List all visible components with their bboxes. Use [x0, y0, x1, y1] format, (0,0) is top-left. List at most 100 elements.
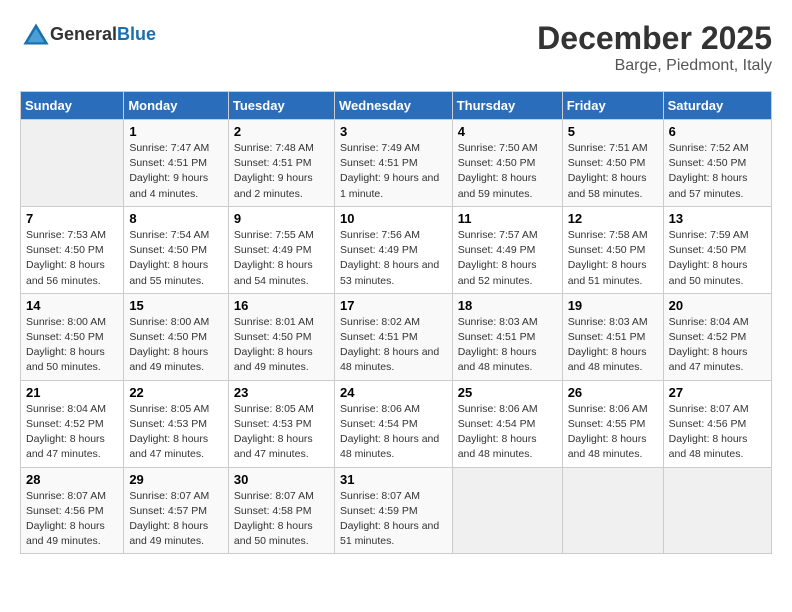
day-info: Sunrise: 8:01 AMSunset: 4:50 PMDaylight:… — [234, 315, 329, 376]
calendar-body: 1 Sunrise: 7:47 AMSunset: 4:51 PMDaylight… — [21, 120, 772, 554]
day-info: Sunrise: 8:05 AMSunset: 4:53 PMDaylight:… — [234, 402, 329, 463]
day-info: Sunrise: 8:03 AMSunset: 4:51 PMDaylight:… — [568, 315, 658, 376]
calendar-cell: 29 Sunrise: 8:07 AMSunset: 4:57 PMDayligh… — [124, 467, 229, 554]
calendar-week-row: 21 Sunrise: 8:04 AMSunset: 4:52 PMDayligh… — [21, 380, 772, 467]
weekday-header: Sunday — [21, 92, 124, 120]
day-number: 26 — [568, 385, 658, 400]
calendar-week-row: 7 Sunrise: 7:53 AMSunset: 4:50 PMDaylight… — [21, 206, 772, 293]
day-info: Sunrise: 7:51 AMSunset: 4:50 PMDaylight:… — [568, 141, 658, 202]
day-number: 24 — [340, 385, 447, 400]
weekday-header: Friday — [562, 92, 663, 120]
day-number: 23 — [234, 385, 329, 400]
day-info: Sunrise: 7:47 AMSunset: 4:51 PMDaylight:… — [129, 141, 223, 202]
calendar-cell: 23 Sunrise: 8:05 AMSunset: 4:53 PMDayligh… — [228, 380, 334, 467]
calendar-cell: 10 Sunrise: 7:56 AMSunset: 4:49 PMDayligh… — [334, 206, 452, 293]
day-number: 8 — [129, 211, 223, 226]
day-number: 7 — [26, 211, 118, 226]
calendar-cell: 3Sunrise: 7:49 AMSunset: 4:51 PMDaylight… — [334, 120, 452, 207]
calendar-cell: 8 Sunrise: 7:54 AMSunset: 4:50 PMDaylight… — [124, 206, 229, 293]
day-number: 14 — [26, 298, 118, 313]
day-number: 16 — [234, 298, 329, 313]
calendar-cell — [452, 467, 562, 554]
calendar-cell: 21 Sunrise: 8:04 AMSunset: 4:52 PMDayligh… — [21, 380, 124, 467]
calendar-table: SundayMondayTuesdayWednesdayThursdayFrid… — [20, 91, 772, 554]
day-info: Sunrise: 7:55 AMSunset: 4:49 PMDaylight:… — [234, 228, 329, 289]
day-number: 3 — [340, 124, 447, 139]
calendar-cell: 27Sunrise: 8:07 AMSunset: 4:56 PMDayligh… — [663, 380, 771, 467]
day-number: 27 — [669, 385, 766, 400]
calendar-cell: 17 Sunrise: 8:02 AMSunset: 4:51 PMDayligh… — [334, 293, 452, 380]
day-number: 20 — [669, 298, 766, 313]
day-number: 13 — [669, 211, 766, 226]
calendar-week-row: 1 Sunrise: 7:47 AMSunset: 4:51 PMDaylight… — [21, 120, 772, 207]
day-info: Sunrise: 8:00 AMSunset: 4:50 PMDaylight:… — [129, 315, 223, 376]
day-info: Sunrise: 8:06 AMSunset: 4:54 PMDaylight:… — [458, 402, 557, 463]
logo-blue-text: Blue — [117, 24, 156, 44]
calendar-cell: 30 Sunrise: 8:07 AMSunset: 4:58 PMDayligh… — [228, 467, 334, 554]
day-number: 9 — [234, 211, 329, 226]
weekday-header: Wednesday — [334, 92, 452, 120]
weekday-header: Thursday — [452, 92, 562, 120]
calendar-cell: 22Sunrise: 8:05 AMSunset: 4:53 PMDayligh… — [124, 380, 229, 467]
title-block: December 2025 Barge, Piedmont, Italy — [537, 20, 772, 75]
day-info: Sunrise: 7:57 AMSunset: 4:49 PMDaylight:… — [458, 228, 557, 289]
day-number: 21 — [26, 385, 118, 400]
day-info: Sunrise: 7:58 AMSunset: 4:50 PMDaylight:… — [568, 228, 658, 289]
day-info: Sunrise: 7:53 AMSunset: 4:50 PMDaylight:… — [26, 228, 118, 289]
day-number: 1 — [129, 124, 223, 139]
day-number: 22 — [129, 385, 223, 400]
calendar-cell: 26 Sunrise: 8:06 AMSunset: 4:55 PMDayligh… — [562, 380, 663, 467]
day-number: 19 — [568, 298, 658, 313]
day-info: Sunrise: 8:04 AMSunset: 4:52 PMDaylight:… — [26, 402, 118, 463]
header-row: SundayMondayTuesdayWednesdayThursdayFrid… — [21, 92, 772, 120]
weekday-header: Tuesday — [228, 92, 334, 120]
day-info: Sunrise: 8:07 AMSunset: 4:57 PMDaylight:… — [129, 489, 223, 550]
day-info: Sunrise: 8:07 AMSunset: 4:58 PMDaylight:… — [234, 489, 329, 550]
day-number: 15 — [129, 298, 223, 313]
calendar-cell: 24 Sunrise: 8:06 AMSunset: 4:54 PMDayligh… — [334, 380, 452, 467]
day-number: 25 — [458, 385, 557, 400]
logo-general-text: General — [50, 24, 117, 44]
day-info: Sunrise: 8:07 AMSunset: 4:59 PMDaylight:… — [340, 489, 447, 550]
day-number: 18 — [458, 298, 557, 313]
calendar-cell: 12 Sunrise: 7:58 AMSunset: 4:50 PMDayligh… — [562, 206, 663, 293]
day-info: Sunrise: 7:56 AMSunset: 4:49 PMDaylight:… — [340, 228, 447, 289]
calendar-cell: 19 Sunrise: 8:03 AMSunset: 4:51 PMDayligh… — [562, 293, 663, 380]
page-header: GeneralBlue December 2025 Barge, Piedmon… — [20, 20, 772, 75]
calendar-cell: 31Sunrise: 8:07 AMSunset: 4:59 PMDayligh… — [334, 467, 452, 554]
calendar-cell: 18Sunrise: 8:03 AMSunset: 4:51 PMDayligh… — [452, 293, 562, 380]
calendar-cell: 1 Sunrise: 7:47 AMSunset: 4:51 PMDaylight… — [124, 120, 229, 207]
day-number: 28 — [26, 472, 118, 487]
day-info: Sunrise: 8:06 AMSunset: 4:54 PMDaylight:… — [340, 402, 447, 463]
calendar-cell: 9 Sunrise: 7:55 AMSunset: 4:49 PMDaylight… — [228, 206, 334, 293]
day-info: Sunrise: 7:52 AMSunset: 4:50 PMDaylight:… — [669, 141, 766, 202]
page-title: December 2025 — [537, 20, 772, 57]
day-number: 5 — [568, 124, 658, 139]
day-number: 29 — [129, 472, 223, 487]
calendar-cell — [562, 467, 663, 554]
calendar-cell: 2Sunrise: 7:48 AMSunset: 4:51 PMDaylight… — [228, 120, 334, 207]
day-number: 10 — [340, 211, 447, 226]
calendar-cell: 7 Sunrise: 7:53 AMSunset: 4:50 PMDaylight… — [21, 206, 124, 293]
day-info: Sunrise: 7:54 AMSunset: 4:50 PMDaylight:… — [129, 228, 223, 289]
day-number: 30 — [234, 472, 329, 487]
day-info: Sunrise: 8:06 AMSunset: 4:55 PMDaylight:… — [568, 402, 658, 463]
calendar-week-row: 28Sunrise: 8:07 AMSunset: 4:56 PMDayligh… — [21, 467, 772, 554]
calendar-cell: 20 Sunrise: 8:04 AMSunset: 4:52 PMDayligh… — [663, 293, 771, 380]
day-info: Sunrise: 8:00 AMSunset: 4:50 PMDaylight:… — [26, 315, 118, 376]
day-info: Sunrise: 8:02 AMSunset: 4:51 PMDaylight:… — [340, 315, 447, 376]
weekday-header: Monday — [124, 92, 229, 120]
calendar-cell: 28Sunrise: 8:07 AMSunset: 4:56 PMDayligh… — [21, 467, 124, 554]
calendar-cell: 15 Sunrise: 8:00 AMSunset: 4:50 PMDayligh… — [124, 293, 229, 380]
weekday-header: Saturday — [663, 92, 771, 120]
calendar-cell — [21, 120, 124, 207]
day-number: 12 — [568, 211, 658, 226]
calendar-cell: 14 Sunrise: 8:00 AMSunset: 4:50 PMDayligh… — [21, 293, 124, 380]
day-info: Sunrise: 8:04 AMSunset: 4:52 PMDaylight:… — [669, 315, 766, 376]
calendar-week-row: 14 Sunrise: 8:00 AMSunset: 4:50 PMDayligh… — [21, 293, 772, 380]
day-number: 17 — [340, 298, 447, 313]
calendar-cell: 5 Sunrise: 7:51 AMSunset: 4:50 PMDaylight… — [562, 120, 663, 207]
calendar-cell: 16 Sunrise: 8:01 AMSunset: 4:50 PMDayligh… — [228, 293, 334, 380]
day-info: Sunrise: 7:50 AMSunset: 4:50 PMDaylight:… — [458, 141, 557, 202]
calendar-header: SundayMondayTuesdayWednesdayThursdayFrid… — [21, 92, 772, 120]
